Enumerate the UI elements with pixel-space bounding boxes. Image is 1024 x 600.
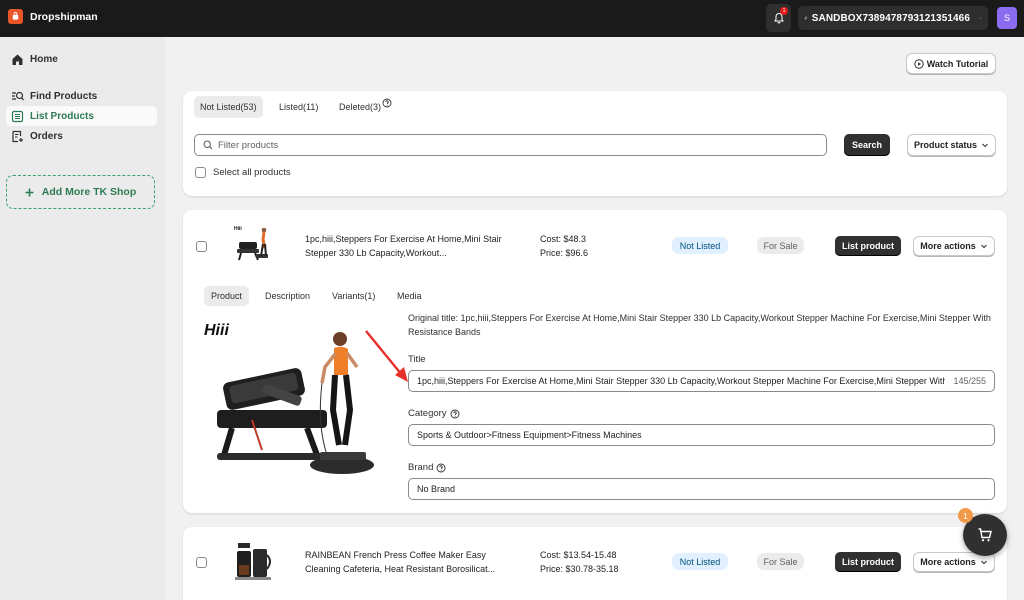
tab-description[interactable]: Description — [258, 286, 317, 306]
sidebar-item-orders[interactable]: Orders — [6, 126, 157, 146]
plus-icon — [25, 188, 34, 196]
find-products-icon — [12, 91, 24, 100]
svg-text:Hiii: Hiii — [234, 226, 242, 232]
category-input[interactable]: Sports & Outdoor>Fitness Equipment>Fitne… — [408, 424, 995, 446]
sidebar-item-label: Home — [30, 53, 58, 65]
filter-products-field[interactable] — [194, 134, 827, 156]
tab-label: Not Listed(53) — [200, 102, 257, 112]
sale-status-badge: For Sale — [757, 553, 804, 570]
svg-text:Hiii: Hiii — [204, 322, 229, 339]
chevron-down-icon — [979, 17, 982, 19]
shop-name: SANDBOX7389478793121351466 — [811, 12, 971, 24]
shop-selector[interactable]: SANDBOX7389478793121351466 — [798, 6, 988, 30]
sidebar-item-label: Orders — [30, 130, 63, 142]
filter-products-input[interactable] — [218, 139, 798, 151]
dropshipman-logo-icon — [8, 9, 23, 24]
list-product-button[interactable]: List product — [835, 236, 901, 256]
title-char-count: 145/255 — [953, 376, 986, 386]
status-badge: Not Listed — [672, 553, 728, 570]
sale-status-badge: For Sale — [757, 237, 804, 254]
original-title: Original title: 1pc,hiii,Steppers For Ex… — [408, 313, 991, 337]
product-pricing: Cost: $13.54-15.48 Price: $30.78-35.18 — [540, 548, 619, 576]
product-cost: Cost: $13.54-15.48 — [540, 550, 617, 560]
select-all-row[interactable]: Select all products — [195, 167, 291, 178]
play-circle-icon — [914, 58, 924, 69]
more-actions-dropdown[interactable]: More actions — [913, 236, 995, 256]
tab-listed[interactable]: Listed(11) — [273, 96, 324, 118]
brand-field-label: Brand — [408, 462, 446, 473]
tab-variants[interactable]: Variants(1) — [325, 286, 382, 306]
label-text: Brand — [408, 462, 434, 473]
product-main-image: Hiii — [202, 315, 382, 480]
product-thumbnail[interactable] — [231, 539, 275, 583]
sidebar-item-list-products[interactable]: List Products — [6, 106, 157, 126]
product-title: RAINBEAN French Press Coffee Maker Easy … — [305, 550, 496, 574]
help-icon[interactable] — [450, 409, 460, 419]
tab-label: Listed(11) — [279, 102, 319, 112]
watch-tutorial-button[interactable]: Watch Tutorial — [906, 53, 996, 74]
chevron-down-icon — [980, 560, 987, 565]
app-name: Dropshipman — [30, 10, 98, 23]
status-badge: Not Listed — [672, 237, 728, 254]
help-icon[interactable] — [382, 98, 392, 108]
title-value: 1pc,hiii,Steppers For Exercise At Home,M… — [417, 376, 946, 386]
brand-input[interactable]: No Brand — [408, 478, 995, 500]
more-actions-label: More actions — [920, 557, 976, 567]
add-tk-shop-button[interactable]: Add More TK Shop — [6, 175, 155, 209]
tiktok-icon — [804, 16, 808, 20]
product-status-label: Product status — [913, 140, 977, 150]
top-bar: Dropshipman 1 SANDBOX7389478793121351466… — [0, 0, 1024, 37]
watch-tutorial-label: Watch Tutorial — [926, 58, 989, 69]
user-avatar[interactable]: S — [997, 7, 1017, 29]
list-product-button[interactable]: List product — [835, 552, 901, 572]
notification-count-badge: 1 — [780, 7, 788, 15]
orders-icon — [12, 130, 23, 142]
search-button[interactable]: Search — [844, 134, 890, 156]
home-icon — [12, 54, 23, 65]
annotation-arrow-icon — [365, 330, 408, 382]
filter-card: Not Listed(53) Listed(11) Deleted(3) Sea… — [183, 91, 1007, 196]
title-input[interactable]: 1pc,hiii,Steppers For Exercise At Home,M… — [408, 370, 995, 392]
search-icon — [203, 140, 213, 150]
tab-not-listed[interactable]: Not Listed(53) — [194, 96, 263, 118]
list-products-icon — [11, 110, 24, 122]
select-all-checkbox[interactable] — [195, 167, 206, 178]
label-text: Category — [408, 408, 447, 419]
product-price: Price: $96.6 — [540, 248, 589, 258]
sidebar-item-label: List Products — [30, 110, 94, 122]
brand[interactable]: Dropshipman — [8, 9, 98, 24]
category-value: Sports & Outdoor>Fitness Equipment>Fitne… — [417, 430, 642, 440]
product-card: RAINBEAN French Press Coffee Maker Easy … — [183, 527, 1007, 600]
tab-label: Deleted(3) — [339, 102, 382, 112]
product-title: 1pc,hiii,Steppers For Exercise At Home,M… — [305, 234, 502, 258]
product-checkbox[interactable] — [196, 557, 207, 568]
cart-count-badge: 1 — [958, 508, 973, 523]
cart-icon — [978, 528, 992, 542]
product-card: Hiii 1pc,hiii,Steppers For Exercise At H… — [183, 210, 1007, 513]
product-pricing: Cost: $48.3 Price: $96.6 — [540, 232, 588, 260]
chevron-down-icon — [980, 244, 987, 249]
chevron-down-icon — [982, 143, 988, 148]
sidebar-item-home[interactable]: Home — [6, 49, 157, 69]
notifications-button[interactable]: 1 — [766, 4, 791, 32]
sidebar-item-label: Find Products — [30, 90, 98, 102]
brand-value: No Brand — [417, 484, 456, 494]
add-shop-label: Add More TK Shop — [41, 186, 137, 198]
product-cost: Cost: $48.3 — [540, 234, 587, 244]
help-icon[interactable] — [436, 463, 446, 473]
tab-deleted[interactable]: Deleted(3) — [333, 96, 398, 118]
sidebar: Home Find Products List Products Orders … — [0, 37, 166, 600]
tab-product[interactable]: Product — [204, 286, 250, 306]
product-checkbox[interactable] — [196, 241, 207, 252]
select-all-label: Select all products — [213, 167, 291, 178]
product-thumbnail[interactable]: Hiii — [231, 222, 275, 266]
product-status-dropdown[interactable]: Product status — [907, 134, 996, 156]
product-price: Price: $30.78-35.18 — [540, 564, 619, 574]
category-field-label: Category — [408, 408, 460, 419]
more-actions-label: More actions — [920, 241, 976, 251]
tab-media[interactable]: Media — [390, 286, 429, 306]
sidebar-item-find-products[interactable]: Find Products — [6, 86, 157, 106]
